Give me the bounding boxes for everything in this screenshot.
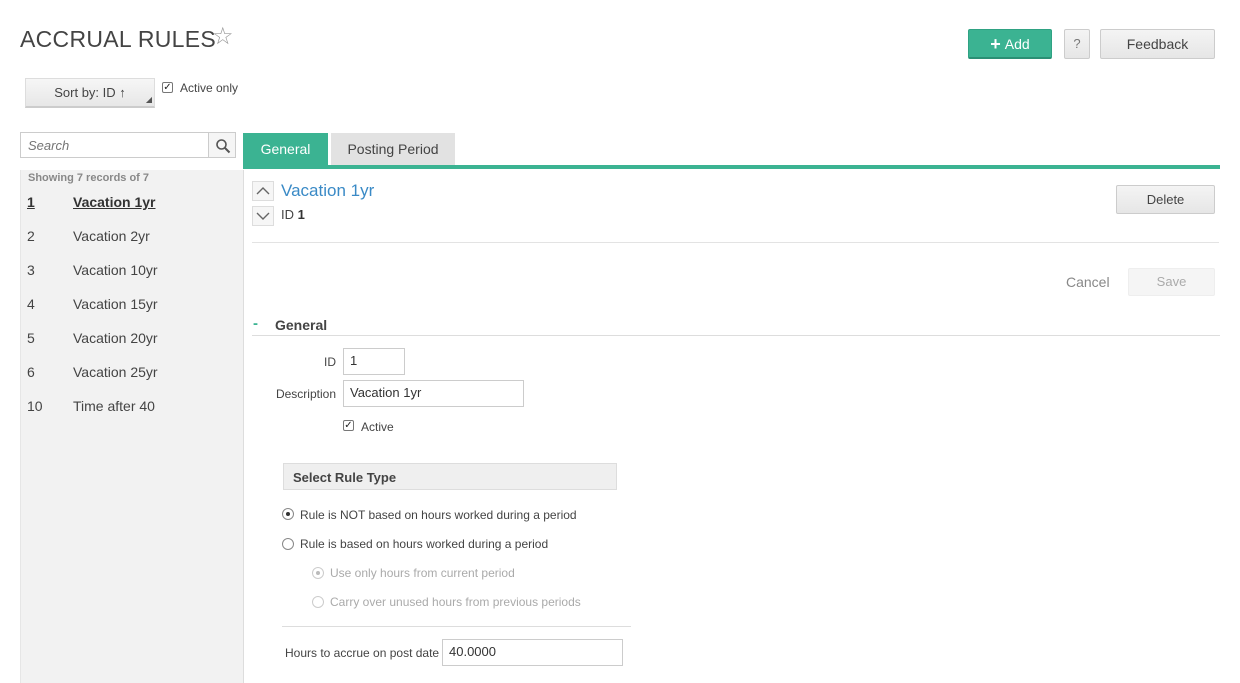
record-description: Vacation 15yr bbox=[73, 296, 158, 312]
carry-over-label: Carry over unused hours from previous pe… bbox=[330, 595, 581, 609]
record-item[interactable]: 6 Vacation 25yr bbox=[21, 360, 243, 394]
record-description: Vacation 1yr bbox=[73, 194, 156, 210]
chevron-down-icon bbox=[256, 212, 270, 220]
select-rule-type-heading: Select Rule Type bbox=[283, 463, 617, 490]
record-list: 1 Vacation 1yr 2 Vacation 2yr 3 Vacation 10… bbox=[21, 190, 243, 428]
record-id: 1 bbox=[27, 194, 35, 210]
record-id: 2 bbox=[27, 228, 35, 244]
feedback-button[interactable]: Feedback bbox=[1100, 29, 1215, 59]
record-list-panel: Showing 7 records of 7 1 Vacation 1yr 2 Va… bbox=[20, 170, 244, 683]
rule-not-hours-label: Rule is NOT based on hours worked during… bbox=[300, 508, 577, 522]
delete-button[interactable]: Delete bbox=[1116, 185, 1215, 214]
section-title-general: General bbox=[275, 317, 328, 333]
record-description: Time after 40 bbox=[73, 398, 155, 414]
current-period-radio[interactable] bbox=[312, 567, 324, 579]
star-outline-icon[interactable]: ☆ bbox=[212, 25, 234, 49]
record-id-prefix: ID bbox=[281, 207, 294, 222]
active-only-checkbox[interactable]: ✓ bbox=[162, 82, 173, 93]
sort-button-label: Sort by: ID ↑ bbox=[54, 85, 126, 100]
description-field[interactable]: Vacation 1yr bbox=[343, 380, 524, 407]
search-button[interactable] bbox=[208, 132, 236, 158]
rule-hours-label: Rule is based on hours worked during a p… bbox=[300, 537, 549, 551]
records-count-text: Showing 7 records of 7 bbox=[28, 172, 150, 184]
record-id-value: 1 bbox=[297, 207, 305, 222]
hours-to-accrue-label: Hours to accrue on post date bbox=[285, 646, 440, 660]
active-only-label: Active only bbox=[180, 81, 239, 95]
id-field-label: ID bbox=[324, 355, 336, 369]
record-description: Vacation 10yr bbox=[73, 262, 158, 278]
chevron-up-icon bbox=[256, 187, 270, 195]
tab-general[interactable]: General bbox=[243, 133, 328, 166]
record-item[interactable]: 3 Vacation 10yr bbox=[21, 258, 243, 292]
add-button[interactable]: + Add bbox=[968, 29, 1052, 59]
record-item[interactable]: 1 Vacation 1yr bbox=[21, 190, 243, 224]
next-record-button[interactable] bbox=[252, 206, 274, 226]
record-id-line: ID 1 bbox=[281, 207, 305, 222]
divider bbox=[252, 335, 1220, 336]
previous-record-button[interactable] bbox=[252, 181, 274, 201]
record-id: 10 bbox=[27, 398, 43, 414]
hours-to-accrue-field[interactable]: 40.0000 bbox=[442, 639, 623, 666]
record-id: 5 bbox=[27, 330, 35, 346]
record-id: 3 bbox=[27, 262, 35, 278]
dropdown-corner-icon: ◢ bbox=[145, 95, 152, 104]
active-checkbox-label: Active bbox=[361, 420, 394, 434]
save-button[interactable]: Save bbox=[1128, 268, 1215, 296]
collapse-section-toggle[interactable]: - bbox=[253, 315, 258, 332]
divider bbox=[282, 626, 631, 627]
record-description: Vacation 2yr bbox=[73, 228, 150, 244]
help-button[interactable]: ? bbox=[1064, 29, 1090, 59]
record-item[interactable]: 5 Vacation 20yr bbox=[21, 326, 243, 360]
search-input[interactable] bbox=[20, 132, 209, 158]
carry-over-radio[interactable] bbox=[312, 596, 324, 608]
description-field-label: Description bbox=[275, 387, 336, 401]
rule-hours-radio[interactable] bbox=[282, 538, 294, 550]
add-button-label: Add bbox=[1004, 36, 1030, 52]
cancel-button[interactable]: Cancel bbox=[1066, 274, 1110, 290]
plus-icon: + bbox=[990, 34, 1001, 54]
current-period-label: Use only hours from current period bbox=[330, 566, 515, 580]
record-id: 6 bbox=[27, 364, 35, 380]
rule-not-hours-radio[interactable] bbox=[282, 508, 294, 520]
sort-button[interactable]: Sort by: ID ↑ ◢ bbox=[25, 78, 155, 108]
divider bbox=[252, 242, 1219, 243]
record-description: Vacation 25yr bbox=[73, 364, 158, 380]
tab-underline bbox=[243, 165, 1220, 169]
record-description: Vacation 20yr bbox=[73, 330, 158, 346]
page-title: ACCRUAL RULES bbox=[20, 26, 217, 52]
record-id: 4 bbox=[27, 296, 35, 312]
record-item[interactable]: 2 Vacation 2yr bbox=[21, 224, 243, 258]
record-item[interactable]: 10 Time after 40 bbox=[21, 394, 243, 428]
id-field[interactable]: 1 bbox=[343, 348, 405, 375]
record-title: Vacation 1yr bbox=[281, 181, 375, 200]
search-icon bbox=[216, 139, 231, 154]
tab-posting-period[interactable]: Posting Period bbox=[331, 133, 455, 166]
active-checkbox[interactable]: ✓ bbox=[343, 420, 354, 431]
record-item[interactable]: 4 Vacation 15yr bbox=[21, 292, 243, 326]
